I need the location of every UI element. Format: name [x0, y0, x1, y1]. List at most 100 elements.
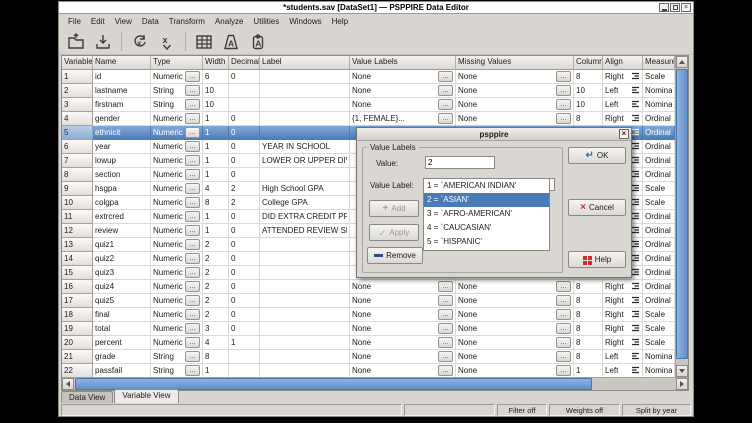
titlebar[interactable]: *students.sav [DataSet1] — PSPPIRE Data …: [59, 2, 693, 14]
cell-values[interactable]: None...: [350, 70, 456, 84]
cell-measure[interactable]: Ordinal: [643, 210, 675, 224]
cell-values[interactable]: {1, FEMALE}......: [350, 112, 456, 126]
help-button[interactable]: Help: [568, 251, 626, 268]
minimize-button[interactable]: [659, 3, 669, 12]
cell-dec[interactable]: [229, 98, 260, 112]
cell-dec[interactable]: [229, 84, 260, 98]
cell-dec[interactable]: 0: [229, 112, 260, 126]
cell-width[interactable]: 1: [203, 224, 229, 238]
cell-width[interactable]: 2: [203, 308, 229, 322]
variables-icon[interactable]: [192, 30, 216, 53]
cell-name[interactable]: ethnicit: [93, 126, 151, 140]
cell-num[interactable]: 4: [62, 112, 93, 126]
missing-values-edit-button[interactable]: ...: [556, 309, 571, 320]
cell-name[interactable]: section: [93, 168, 151, 182]
type-edit-button[interactable]: ...: [185, 169, 200, 180]
cell-width[interactable]: 10: [203, 84, 229, 98]
cell-values[interactable]: None...: [350, 350, 456, 364]
cell-label[interactable]: [260, 294, 350, 308]
value-labels-edit-button[interactable]: ...: [438, 99, 453, 110]
cell-missing[interactable]: None...: [456, 294, 574, 308]
value-label-item[interactable]: 3 = `AFRO-AMERICAN': [424, 207, 549, 221]
cell-cols[interactable]: 8: [574, 350, 603, 364]
cell-label[interactable]: [260, 70, 350, 84]
cell-type[interactable]: Numeric...: [151, 266, 203, 280]
cell-num[interactable]: 3: [62, 98, 93, 112]
cell-num[interactable]: 5: [62, 126, 93, 140]
column-header-missing[interactable]: Missing Values: [456, 56, 574, 70]
value-labels-edit-button[interactable]: ...: [438, 337, 453, 348]
cell-width[interactable]: 4: [203, 336, 229, 350]
cell-measure[interactable]: Scale: [643, 182, 675, 196]
value-labels-icon[interactable]: A: [219, 30, 243, 53]
cell-missing[interactable]: None...: [456, 98, 574, 112]
cell-width[interactable]: 1: [203, 126, 229, 140]
value-labels-edit-button[interactable]: ...: [438, 281, 453, 292]
cell-dec[interactable]: 0: [229, 322, 260, 336]
column-header-num[interactable]: Variable: [62, 56, 93, 70]
cell-name[interactable]: quiz3: [93, 266, 151, 280]
maximize-button[interactable]: [670, 3, 680, 12]
cell-measure[interactable]: Scale: [643, 196, 675, 210]
ok-button[interactable]: ↵OK: [568, 147, 626, 164]
cell-type[interactable]: String...: [151, 350, 203, 364]
cell-num[interactable]: 6: [62, 140, 93, 154]
cell-missing[interactable]: None...: [456, 308, 574, 322]
cell-missing[interactable]: None...: [456, 70, 574, 84]
cell-num[interactable]: 19: [62, 322, 93, 336]
type-edit-button[interactable]: ...: [185, 365, 200, 376]
cell-label[interactable]: [260, 238, 350, 252]
cell-label[interactable]: [260, 308, 350, 322]
cell-type[interactable]: Numeric...: [151, 70, 203, 84]
value-labels-edit-button[interactable]: ...: [438, 113, 453, 124]
cell-width[interactable]: 1: [203, 210, 229, 224]
cell-align[interactable]: Left: [603, 98, 643, 112]
cell-cols[interactable]: 1: [574, 364, 603, 378]
cell-measure[interactable]: Ordinal: [643, 252, 675, 266]
cell-cols[interactable]: 8: [574, 294, 603, 308]
save-icon[interactable]: [91, 30, 115, 53]
column-header-name[interactable]: Name: [93, 56, 151, 70]
cell-width[interactable]: 2: [203, 266, 229, 280]
cell-num[interactable]: 9: [62, 182, 93, 196]
cell-missing[interactable]: None...: [456, 364, 574, 378]
cell-dec[interactable]: 0: [229, 280, 260, 294]
dialog-titlebar[interactable]: psppire ×: [357, 128, 631, 141]
missing-values-edit-button[interactable]: ...: [556, 71, 571, 82]
type-edit-button[interactable]: ...: [185, 71, 200, 82]
cell-dec[interactable]: 0: [229, 168, 260, 182]
add-button[interactable]: +Add: [369, 200, 419, 217]
value-labels-edit-button[interactable]: ...: [438, 71, 453, 82]
cell-dec[interactable]: 0: [229, 238, 260, 252]
column-header-align[interactable]: Align: [603, 56, 643, 70]
cell-num[interactable]: 15: [62, 266, 93, 280]
cell-type[interactable]: Numeric...: [151, 210, 203, 224]
cell-cols[interactable]: 8: [574, 280, 603, 294]
cell-measure[interactable]: Ordinal: [643, 126, 675, 140]
cell-num[interactable]: 2: [62, 84, 93, 98]
cell-type[interactable]: Numeric...: [151, 182, 203, 196]
missing-values-edit-button[interactable]: ...: [556, 295, 571, 306]
type-edit-button[interactable]: ...: [185, 197, 200, 208]
cell-label[interactable]: High School GPA: [260, 182, 350, 196]
cell-name[interactable]: extrcred: [93, 210, 151, 224]
apply-button[interactable]: ✓Apply: [369, 224, 419, 241]
cell-missing[interactable]: None...: [456, 350, 574, 364]
cell-width[interactable]: 6: [203, 70, 229, 84]
cell-dec[interactable]: 0: [229, 294, 260, 308]
menu-help[interactable]: Help: [327, 16, 353, 27]
type-edit-button[interactable]: ...: [185, 127, 200, 138]
column-header-measure[interactable]: Measure: [643, 56, 675, 70]
cell-width[interactable]: 1: [203, 154, 229, 168]
type-edit-button[interactable]: ...: [185, 351, 200, 362]
missing-values-edit-button[interactable]: ...: [556, 281, 571, 292]
value-label-item[interactable]: 1 = `AMERICAN INDIAN': [424, 179, 549, 193]
cell-label[interactable]: [260, 280, 350, 294]
cell-num[interactable]: 17: [62, 294, 93, 308]
tab-variable-view[interactable]: Variable View: [114, 389, 178, 403]
cell-label[interactable]: [260, 126, 350, 140]
cell-label[interactable]: [260, 112, 350, 126]
cell-width[interactable]: 1: [203, 112, 229, 126]
cell-width[interactable]: 2: [203, 280, 229, 294]
goto-variable-icon[interactable]: x: [155, 30, 179, 53]
